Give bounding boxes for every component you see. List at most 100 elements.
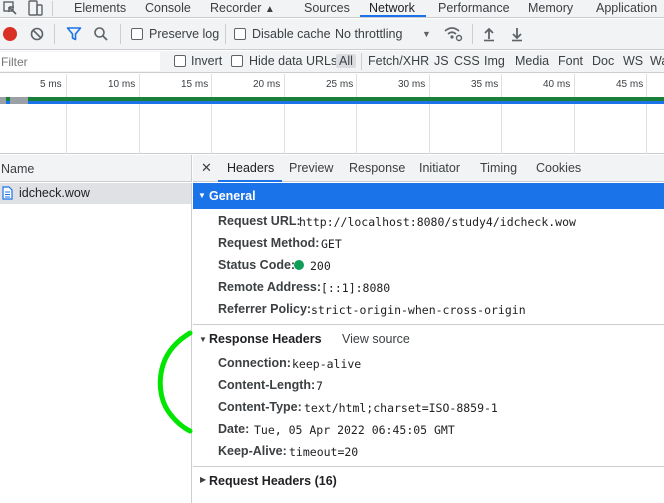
timeline-load-bar bbox=[0, 101, 664, 104]
name-column-label: Name bbox=[1, 162, 35, 176]
tab-timing[interactable]: Timing bbox=[480, 161, 517, 175]
timeline-tick-label: 20 ms bbox=[253, 79, 281, 90]
general-section-title: General bbox=[209, 189, 256, 203]
view-source-link[interactable]: View source bbox=[342, 332, 410, 346]
close-icon[interactable]: ✕ bbox=[201, 160, 212, 176]
timeline-tick-label: 15 ms bbox=[181, 79, 209, 90]
response-value-connection: keep-alive bbox=[292, 357, 362, 371]
timeline-gridline bbox=[284, 74, 285, 154]
device-toggle-icon[interactable] bbox=[26, 0, 44, 17]
filter-type-all[interactable]: All bbox=[336, 54, 356, 68]
response-value-keep-alive: timeout=20 bbox=[289, 445, 359, 459]
filter-type-doc[interactable]: Doc bbox=[592, 54, 614, 68]
response-key-content-type: Content-Type: bbox=[218, 400, 302, 414]
response-headers-title[interactable]: Response Headers bbox=[209, 332, 322, 346]
response-value-date: Tue, 05 Apr 2022 06:45:05 GMT bbox=[254, 423, 455, 437]
general-section-header[interactable]: ▼ General bbox=[193, 183, 664, 209]
filter-type-media[interactable]: Media bbox=[515, 54, 549, 68]
section-divider bbox=[193, 324, 664, 325]
general-value-request-url: http://localhost:8080/study4/idcheck.wow bbox=[299, 215, 576, 229]
timeline-tick-label: 30 ms bbox=[398, 79, 426, 90]
timeline-gridline bbox=[139, 74, 140, 154]
response-value-content-length: 7 bbox=[316, 379, 323, 393]
clear-icon[interactable] bbox=[30, 27, 44, 41]
throttling-select[interactable]: No throttling bbox=[335, 27, 402, 41]
filter-type-ws[interactable]: WS bbox=[623, 54, 643, 68]
timeline-tick-label: 10 ms bbox=[108, 79, 136, 90]
timeline-gridline bbox=[429, 74, 430, 154]
filter-type-css[interactable]: CSS bbox=[454, 54, 480, 68]
filter-divider bbox=[361, 53, 362, 70]
timeline-tick-label: 40 ms bbox=[543, 79, 571, 90]
timeline-gridline bbox=[574, 74, 575, 154]
filter-type-fetch-xhr[interactable]: Fetch/XHR bbox=[368, 54, 429, 68]
name-column-header[interactable]: Name bbox=[0, 155, 192, 182]
general-key-referrer-policy: Referrer Policy: bbox=[218, 302, 312, 316]
invert-label: Invert bbox=[191, 54, 223, 68]
general-key-request-method: Request Method: bbox=[218, 236, 320, 250]
preserve-log-checkbox[interactable] bbox=[131, 28, 143, 40]
triangle-down-icon[interactable]: ▼ bbox=[199, 335, 207, 344]
filter-icon[interactable] bbox=[66, 26, 82, 42]
timeline-tick-label: 45 ms bbox=[616, 79, 644, 90]
tab-preview[interactable]: Preview bbox=[289, 161, 333, 175]
timeline-tick-label: 35 ms bbox=[471, 79, 499, 90]
toolbar-divider bbox=[54, 24, 55, 44]
tab-elements[interactable]: Elements bbox=[74, 0, 126, 18]
active-detail-tab-indicator bbox=[218, 180, 282, 182]
filter-type-img[interactable]: Img bbox=[484, 54, 505, 68]
import-icon[interactable] bbox=[482, 26, 496, 42]
response-key-connection: Connection: bbox=[218, 356, 291, 370]
tabbar-divider bbox=[52, 1, 53, 16]
timeline-gridline bbox=[501, 74, 502, 154]
tab-cookies[interactable]: Cookies bbox=[536, 161, 581, 175]
tab-headers[interactable]: Headers bbox=[227, 161, 274, 175]
filter-type-wasm[interactable]: Wa bbox=[650, 54, 664, 68]
request-row[interactable]: idcheck.wow bbox=[0, 183, 192, 204]
inspect-icon[interactable] bbox=[1, 0, 19, 17]
general-key-status-code: Status Code: bbox=[218, 258, 296, 272]
record-icon[interactable] bbox=[3, 27, 17, 41]
general-value-referrer-policy: strict-origin-when-cross-origin bbox=[311, 303, 526, 317]
timeline-tick-label: 5 ms bbox=[40, 79, 62, 90]
request-headers-title[interactable]: Request Headers (16) bbox=[209, 474, 337, 488]
preserve-log-label: Preserve log bbox=[149, 27, 220, 41]
response-key-keep-alive: Keep-Alive: bbox=[218, 444, 287, 458]
timeline-gridline bbox=[211, 74, 212, 154]
general-value-request-method: GET bbox=[321, 237, 342, 251]
filter-type-font[interactable]: Font bbox=[558, 54, 583, 68]
timeline-gridline bbox=[356, 74, 357, 154]
tab-memory[interactable]: Memory bbox=[528, 0, 573, 18]
status-dot-icon bbox=[294, 260, 304, 270]
search-icon[interactable] bbox=[93, 26, 109, 42]
flask-icon: ▲ bbox=[264, 4, 275, 15]
tab-initiator[interactable]: Initiator bbox=[419, 161, 460, 175]
section-divider bbox=[193, 466, 664, 467]
request-name: idcheck.wow bbox=[19, 186, 90, 200]
active-tab-indicator bbox=[360, 15, 426, 17]
tab-recorder[interactable]: Recorder ▲ bbox=[210, 0, 275, 18]
tab-console[interactable]: Console bbox=[145, 0, 191, 18]
export-icon[interactable] bbox=[510, 26, 524, 42]
triangle-right-icon[interactable]: ▶ bbox=[200, 475, 206, 484]
tab-performance[interactable]: Performance bbox=[438, 0, 510, 18]
timeline-marker bbox=[0, 97, 6, 104]
invert-checkbox[interactable] bbox=[174, 55, 186, 67]
tab-sources[interactable]: Sources bbox=[304, 0, 350, 18]
disable-cache-label: Disable cache bbox=[252, 27, 331, 41]
response-key-content-length: Content-Length: bbox=[218, 378, 316, 392]
toolbar-divider bbox=[472, 24, 473, 44]
tab-response[interactable]: Response bbox=[349, 161, 405, 175]
tab-application[interactable]: Application bbox=[596, 0, 657, 18]
hide-data-urls-checkbox[interactable] bbox=[231, 55, 243, 67]
chevron-down-icon[interactable]: ▼ bbox=[422, 29, 431, 39]
filter-input[interactable] bbox=[0, 52, 160, 71]
response-value-content-type: text/html;charset=ISO-8859-1 bbox=[304, 401, 498, 415]
general-value-status-code: 200 bbox=[310, 259, 331, 273]
timeline-tick-label: 25 ms bbox=[326, 79, 354, 90]
wifi-settings-icon[interactable] bbox=[443, 25, 463, 43]
disable-cache-checkbox[interactable] bbox=[234, 28, 246, 40]
filter-type-js[interactable]: JS bbox=[434, 54, 449, 68]
general-value-remote-address: [::1]:8080 bbox=[321, 281, 391, 295]
general-key-request-url: Request URL: bbox=[218, 214, 301, 228]
